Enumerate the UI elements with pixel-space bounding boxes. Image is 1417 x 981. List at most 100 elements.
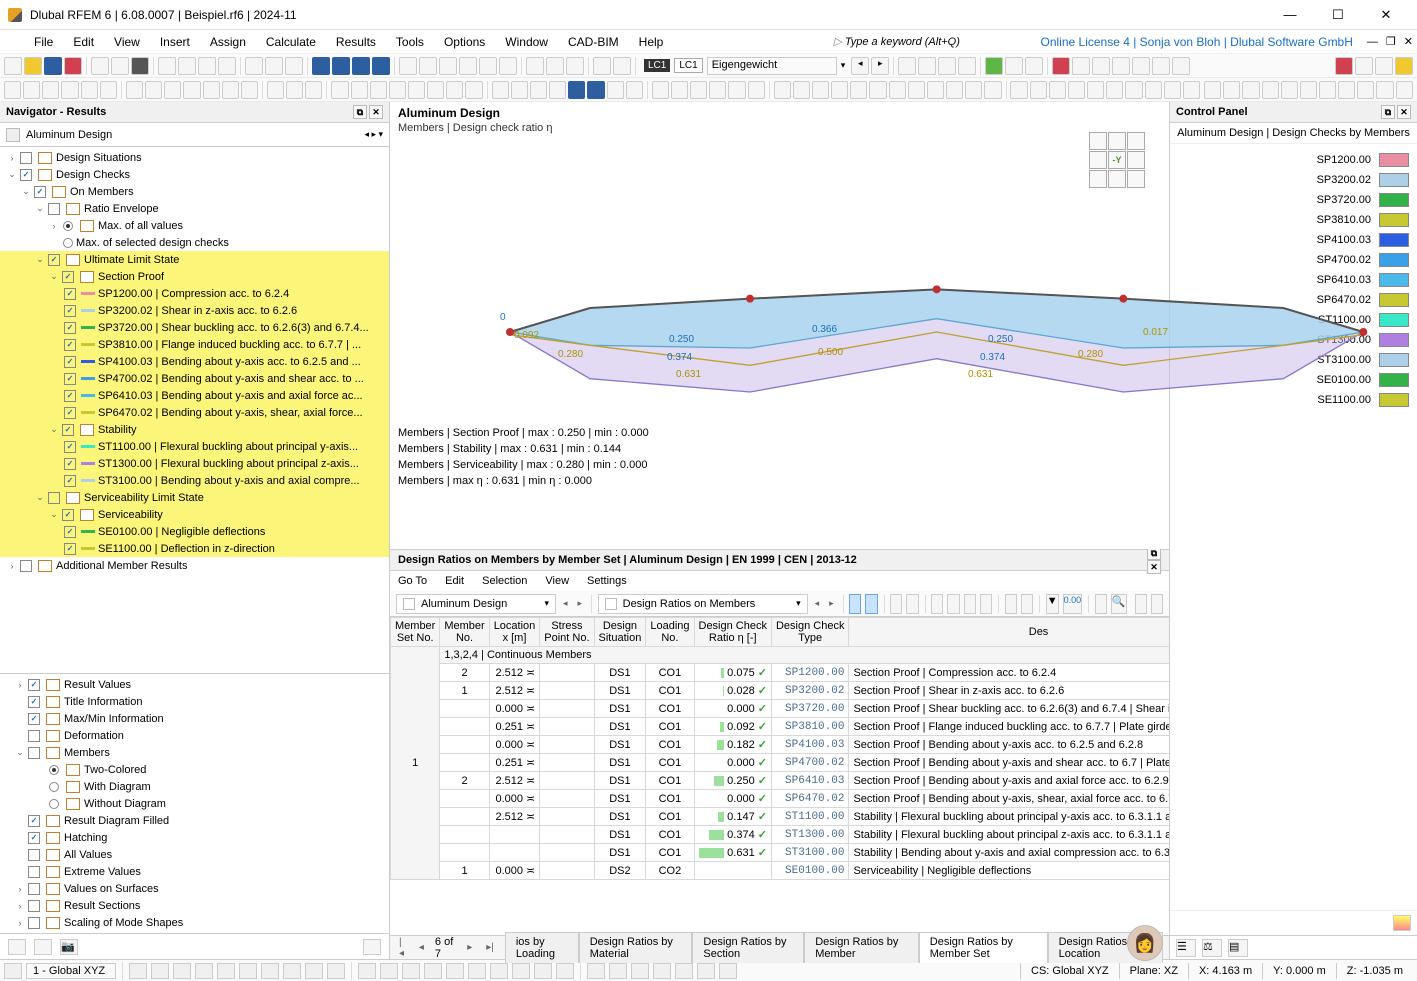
generic-tool[interactable] [927, 81, 944, 99]
tree-max-selected[interactable]: Max. of selected design checks [0, 234, 389, 251]
close-panel-icon[interactable]: ✕ [1397, 105, 1411, 119]
table-tool-icon[interactable] [964, 594, 976, 614]
tab-design-ratios-by-material[interactable]: Design Ratios by Material [579, 932, 693, 963]
generic-tool[interactable] [492, 81, 509, 99]
generic-tool[interactable] [946, 81, 963, 99]
menu-insert[interactable]: Insert [150, 32, 200, 52]
generic-tool[interactable] [1262, 81, 1279, 99]
generic-tool[interactable] [439, 57, 457, 75]
last-page-icon[interactable]: ▸| [483, 942, 497, 953]
close-button[interactable]: ✕ [1363, 0, 1409, 30]
status-tool[interactable] [239, 963, 257, 979]
generic-tool[interactable] [198, 57, 216, 75]
status-tool[interactable] [173, 963, 191, 979]
generic-tool[interactable] [1357, 81, 1374, 99]
generic-tool[interactable] [245, 57, 263, 75]
generic-tool[interactable] [419, 57, 437, 75]
prev-page-icon[interactable]: ◂ [416, 942, 427, 953]
tree-ST1300.00[interactable]: ST1300.00 | Flexural buckling about prin… [0, 455, 389, 472]
tree-SP1200.00[interactable]: SP1200.00 | Compression acc. to 6.2.4 [0, 285, 389, 302]
table-tool-icon[interactable] [865, 594, 877, 614]
table-row[interactable]: 22.512 ≍DS1CO1 0.075 ✓SP1200.00Section P… [391, 664, 1170, 682]
generic-tool[interactable] [1052, 57, 1070, 75]
print-icon[interactable] [131, 57, 149, 75]
save-icon[interactable] [44, 57, 62, 75]
tree-design-checks[interactable]: ⌄Design Checks [0, 166, 389, 183]
generic-tool[interactable] [869, 81, 886, 99]
table-tool-icon[interactable] [947, 594, 959, 614]
generic-tool[interactable] [671, 81, 688, 99]
generic-tool[interactable] [1049, 81, 1066, 99]
generic-tool[interactable] [265, 57, 283, 75]
table-type-combo[interactable]: Design Ratios on Members▾ [598, 594, 808, 614]
generic-tool[interactable] [1030, 81, 1047, 99]
generic-tool[interactable] [399, 57, 417, 75]
opt-with-diagram[interactable]: With Diagram [0, 778, 389, 795]
generic-tool[interactable] [748, 81, 765, 99]
status-tool[interactable] [697, 963, 715, 979]
status-tool[interactable] [217, 963, 235, 979]
results-table[interactable]: MemberSet No.MemberNo.Locationx [m]Stres… [390, 617, 1169, 880]
open-icon[interactable] [24, 57, 42, 75]
opt-extreme-values[interactable]: Extreme Values [0, 863, 389, 880]
navigator-type-selector[interactable]: Aluminum Design ◂ ▸ ▾ [0, 123, 389, 147]
generic-tool[interactable] [1396, 81, 1413, 99]
tree-SP3720.00[interactable]: SP3720.00 | Shear buckling acc. to 6.2.6… [0, 319, 389, 336]
generic-tool[interactable] [690, 81, 707, 99]
opt-result-values[interactable]: ›Result Values [0, 676, 389, 693]
table-row[interactable]: 2.512 ≍DS1CO1 0.147 ✓ST1100.00Stability … [391, 808, 1170, 826]
generic-tool[interactable] [267, 81, 284, 99]
pin-icon[interactable]: ⧉ [1381, 105, 1395, 119]
status-tool[interactable] [556, 963, 574, 979]
redo-icon[interactable] [111, 57, 129, 75]
opt-values-on-surfaces[interactable]: ›Values on Surfaces [0, 880, 389, 897]
generic-tool[interactable] [1106, 81, 1123, 99]
status-tool[interactable] [424, 963, 442, 979]
tree-sls[interactable]: ⌄Serviceability Limit State [0, 489, 389, 506]
avatar[interactable]: 👩 [1127, 925, 1163, 961]
opt-max-min-information[interactable]: Max/Min Information [0, 710, 389, 727]
generic-tool[interactable] [183, 81, 200, 99]
menu-assign[interactable]: Assign [200, 32, 256, 52]
maximize-button[interactable]: ☐ [1315, 0, 1361, 30]
tree-on-members[interactable]: ⌄On Members [0, 183, 389, 200]
generic-tool[interactable] [408, 81, 425, 99]
close-panel-icon[interactable]: ✕ [369, 105, 383, 119]
nav-camera-icon[interactable]: 📷 [60, 939, 78, 955]
generic-tool[interactable] [1395, 57, 1413, 75]
generic-tool[interactable] [1025, 57, 1043, 75]
table-row[interactable]: 10.000 ≍DS2CO2SE0100.00Serviceability | … [391, 862, 1170, 880]
opt-members[interactable]: ⌄Members [0, 744, 389, 761]
menu-cad-bim[interactable]: CAD-BIM [558, 32, 629, 52]
opt-without-diagram[interactable]: Without Diagram [0, 795, 389, 812]
tree-SP3810.00[interactable]: SP3810.00 | Flange induced buckling acc.… [0, 336, 389, 353]
axis-cube[interactable]: -Y [1089, 132, 1149, 192]
table-row[interactable]: 22.512 ≍DS1CO1 0.250 ✓SP6410.03Section P… [391, 772, 1170, 790]
status-tool[interactable] [358, 963, 376, 979]
menu-view[interactable]: View [104, 32, 150, 52]
table-row[interactable]: 0.000 ≍DS1CO1 0.000 ✓SP6470.02Section Pr… [391, 790, 1170, 808]
status-tool[interactable] [327, 963, 345, 979]
tab-design-ratios-by-member-set[interactable]: Design Ratios by Member Set [919, 932, 1048, 963]
next-page-icon[interactable]: ▸ [464, 942, 475, 953]
tmenu-selection[interactable]: Selection [482, 575, 527, 587]
nav-tool-icon[interactable] [8, 939, 26, 955]
table-tool-icon[interactable] [906, 594, 918, 614]
workplane-combo[interactable]: 1 - Global XYZ [26, 963, 116, 979]
generic-tool[interactable] [1152, 57, 1170, 75]
tree-SP6470.02[interactable]: SP6470.02 | Bending about y-axis, shear,… [0, 404, 389, 421]
generic-tool[interactable] [1005, 57, 1023, 75]
generic-tool[interactable] [1125, 81, 1142, 99]
generic-tool[interactable] [566, 57, 584, 75]
generic-tool[interactable] [331, 81, 348, 99]
next-icon[interactable]: ▸ [826, 598, 837, 609]
table-row[interactable]: 0.000 ≍DS1CO1 0.000 ✓SP3720.00Section Pr… [391, 700, 1170, 718]
generic-tool[interactable] [587, 81, 604, 99]
generic-tool[interactable] [126, 81, 143, 99]
table-row[interactable]: DS1CO1 0.631 ✓ST3100.00Stability | Bendi… [391, 844, 1170, 862]
generic-tool[interactable] [1335, 57, 1353, 75]
menu-window[interactable]: Window [495, 32, 558, 52]
legend-SP1200.00[interactable]: SP1200.00 [1178, 150, 1409, 170]
status-tool[interactable] [490, 963, 508, 979]
status-tool[interactable] [653, 963, 671, 979]
